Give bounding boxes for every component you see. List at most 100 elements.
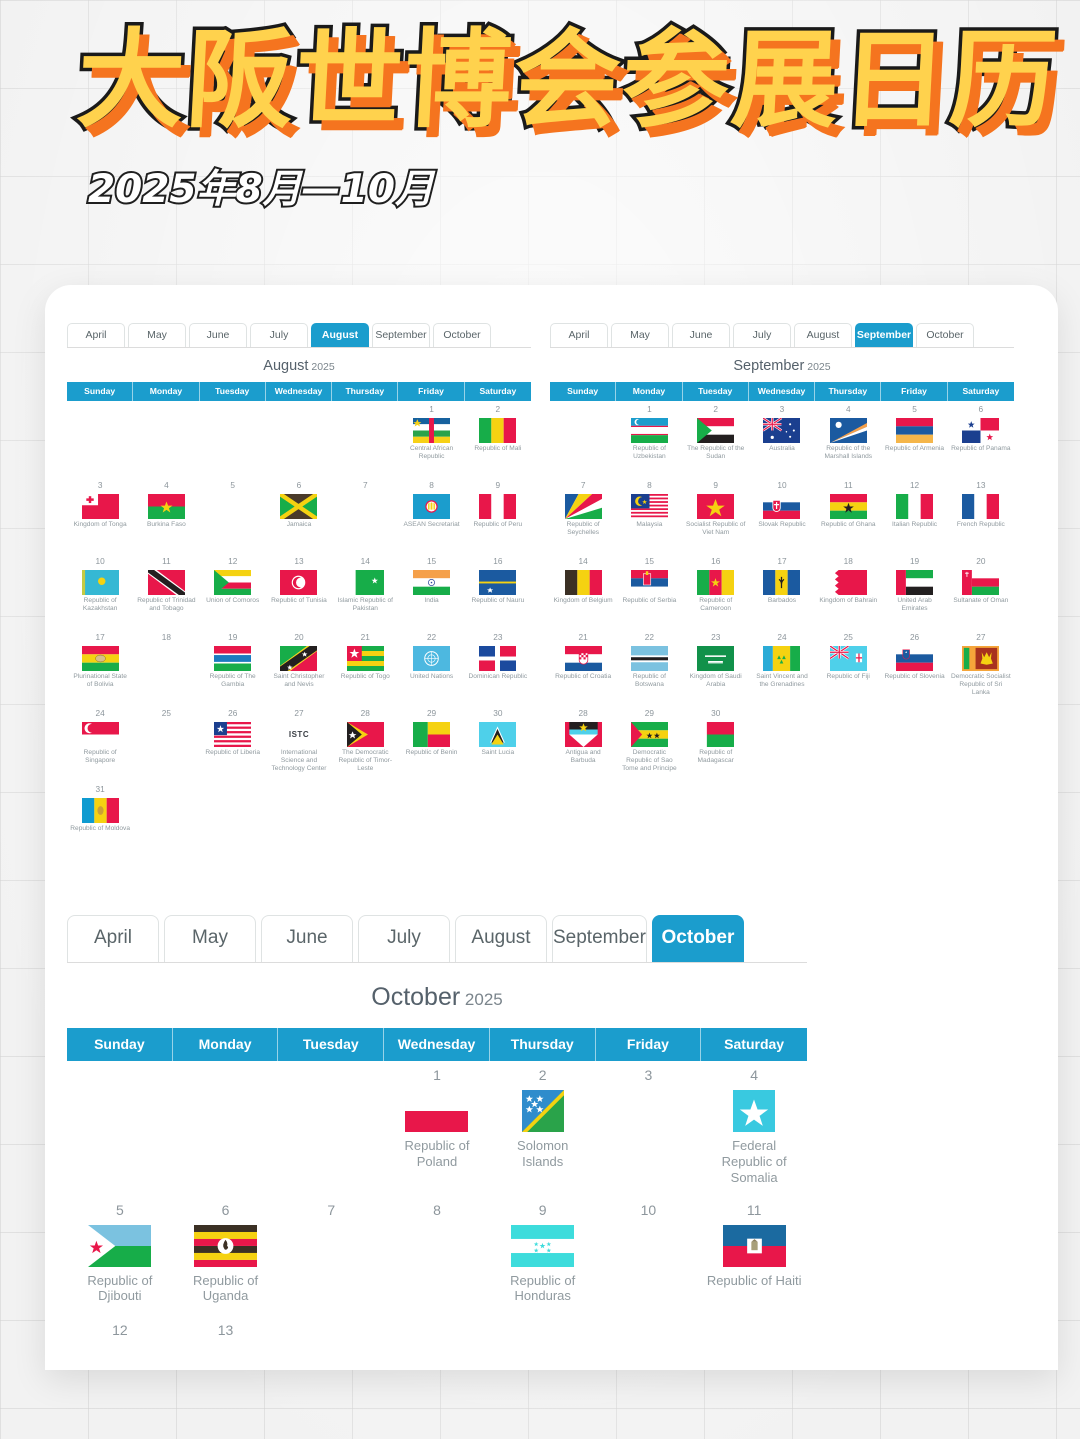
calendar-day-cell[interactable]: 18 Kingdom of Bahrain: [815, 553, 881, 629]
calendar-day-cell[interactable]: 5: [200, 477, 266, 553]
tab-october[interactable]: October: [651, 915, 744, 962]
calendar-day-cell[interactable]: 28 The Democratic Republic of Timor-Leste: [332, 705, 398, 781]
calendar-day-cell[interactable]: 3 Australia: [749, 401, 815, 477]
calendar-day-cell[interactable]: 28 Antigua and Barbuda: [550, 705, 616, 781]
calendar-day-cell[interactable]: 22 United Nations: [398, 629, 464, 705]
calendar-day-cell[interactable]: 11 Republic of Ghana: [815, 477, 881, 553]
tab-june[interactable]: June: [672, 323, 730, 347]
calendar-day-cell[interactable]: 24 Saint Vincent and the Grenadines: [749, 629, 815, 705]
calendar-day-cell[interactable]: 21 Republic of Croatia: [550, 629, 616, 705]
calendar-day-cell[interactable]: 12Bureau International des Expositions: [67, 1316, 173, 1370]
calendar-day-cell[interactable]: 29 Democratic Republic of Sao Tome and Pr…: [616, 705, 682, 781]
calendar-day-cell[interactable]: 30 Republic of Madagascar: [683, 705, 749, 781]
calendar-day-cell[interactable]: 3 Kingdom of Tonga: [67, 477, 133, 553]
calendar-day-cell[interactable]: 17 Barbados: [749, 553, 815, 629]
calendar-day-cell[interactable]: 26 Republic of Slovenia: [881, 629, 947, 705]
calendar-day-cell[interactable]: 14 Kingdom of Belgium: [550, 553, 616, 629]
calendar-day-cell[interactable]: 6 Republic of Uganda: [173, 1196, 279, 1316]
calendar-day-cell[interactable]: 10 Republic of Kazakhstan: [67, 553, 133, 629]
calendar-day-cell[interactable]: 20 Saint Christopher and Nevis: [266, 629, 332, 705]
tab-may[interactable]: May: [164, 915, 256, 962]
calendar-day-cell[interactable]: 2 The Republic of the Sudan: [683, 401, 749, 477]
calendar-day-cell[interactable]: 5 Republic of Djibouti: [67, 1196, 173, 1316]
calendar-day-cell[interactable]: 27 ISTC International Science and Technolo…: [266, 705, 332, 781]
calendar-day-cell[interactable]: 17 Plurinational State of Bolivia: [67, 629, 133, 705]
calendar-day-cell[interactable]: 1 Republic of Uzbekistan: [616, 401, 682, 477]
tab-june[interactable]: June: [189, 323, 247, 347]
calendar-day-cell[interactable]: 25 Republic of Fiji: [815, 629, 881, 705]
tab-july[interactable]: July: [358, 915, 450, 962]
calendar-day-cell[interactable]: 21 Republic of Togo: [332, 629, 398, 705]
calendar-day-cell[interactable]: 9 Republic of Peru: [465, 477, 531, 553]
calendar-day-cell[interactable]: 6 Republic of Panama: [948, 401, 1014, 477]
tab-july[interactable]: July: [250, 323, 308, 347]
calendar-day-cell[interactable]: 8: [384, 1196, 490, 1316]
tab-april[interactable]: April: [67, 915, 159, 962]
calendar-day-cell[interactable]: 8 ASEAN Secretariat: [398, 477, 464, 553]
calendar-day-cell[interactable]: 23 Kingdom of Saudi Arabia: [683, 629, 749, 705]
calendar-day-cell[interactable]: 20 Sultanate of Oman: [948, 553, 1014, 629]
calendar-day-cell[interactable]: 29 Republic of Benin: [398, 705, 464, 781]
calendar-day-cell[interactable]: 27 Democratic Socialist Republic of Sri L…: [948, 629, 1014, 705]
calendar-day-cell[interactable]: 14 Islamic Republic of Pakistan: [332, 553, 398, 629]
calendar-day-cell[interactable]: 9 Republic of Honduras: [490, 1196, 596, 1316]
tab-august[interactable]: August: [794, 323, 852, 347]
tab-september[interactable]: September: [855, 323, 913, 347]
calendar-day-cell[interactable]: 13: [173, 1316, 279, 1370]
calendar-day-cell[interactable]: 7: [332, 477, 398, 553]
flag-icon: [494, 1089, 592, 1133]
calendar-day-cell[interactable]: 19 United Arab Emirates: [881, 553, 947, 629]
tab-may[interactable]: May: [128, 323, 186, 347]
calendar-day-cell[interactable]: 2 Republic of Mali: [465, 401, 531, 477]
calendar-day-cell[interactable]: 11 Republic of Trinidad and Tobago: [133, 553, 199, 629]
calendar-day-cell[interactable]: 26 Republic of Liberia: [200, 705, 266, 781]
calendar-day-cell[interactable]: 16 Republic of Cameroon: [683, 553, 749, 629]
tab-september[interactable]: September: [372, 323, 430, 347]
calendar-day-cell[interactable]: 18: [133, 629, 199, 705]
calendar-day-cell[interactable]: 1 Republic of Poland: [384, 1061, 490, 1196]
calendar-day-cell[interactable]: 19 Republic of The Gambia: [200, 629, 266, 705]
tab-april[interactable]: April: [67, 323, 125, 347]
tab-september[interactable]: September: [552, 915, 647, 962]
tab-august[interactable]: August: [311, 323, 369, 347]
calendar-day-cell[interactable]: 11 Republic of Haiti: [701, 1196, 807, 1316]
calendar-day-cell[interactable]: 7 Republic of Seychelles: [550, 477, 616, 553]
tab-october[interactable]: October: [433, 323, 491, 347]
calendar-day-cell[interactable]: 9 Socialist Republic of Viet Nam: [683, 477, 749, 553]
calendar-day-cell[interactable]: 25: [133, 705, 199, 781]
calendar-empty-cell: [67, 1061, 173, 1196]
tab-october[interactable]: October: [916, 323, 974, 347]
calendar-day-cell[interactable]: 31 Republic of Moldova: [67, 781, 133, 857]
calendar-day-cell[interactable]: 23 Dominican Republic: [465, 629, 531, 705]
tab-june[interactable]: June: [261, 915, 353, 962]
calendar-day-cell[interactable]: 6 Jamaica: [266, 477, 332, 553]
calendar-day-cell[interactable]: 4 Burkina Faso: [133, 477, 199, 553]
calendar-day-cell[interactable]: 10: [596, 1196, 702, 1316]
calendar-day-cell[interactable]: 5 Republic of Armenia: [881, 401, 947, 477]
tab-april[interactable]: April: [550, 323, 608, 347]
calendar-day-cell[interactable]: 13 Republic of Tunisia: [266, 553, 332, 629]
calendar-day-cell[interactable]: 10 Slovak Republic: [749, 477, 815, 553]
calendar-day-cell[interactable]: 4 Republic of the Marshall Islands: [815, 401, 881, 477]
calendar-day-cell[interactable]: 15 Republic of Serbia: [616, 553, 682, 629]
calendar-day-cell[interactable]: 1 Central African Republic: [398, 401, 464, 477]
calendar-day-cell[interactable]: 3: [596, 1061, 702, 1196]
calendar-day-cell[interactable]: 7: [278, 1196, 384, 1316]
calendar-day-cell[interactable]: 8 Malaysia: [616, 477, 682, 553]
tab-august[interactable]: August: [455, 915, 547, 962]
calendar-day-cell[interactable]: 24 Republic of Singapore: [67, 705, 133, 781]
calendar-day-cell[interactable]: 16 Republic of Nauru: [465, 553, 531, 629]
calendar-day-cell[interactable]: 12 Italian Republic: [881, 477, 947, 553]
calendar-day-cell[interactable]: 4 Federal Republic of Somalia: [701, 1061, 807, 1196]
calendar-day-cell[interactable]: 13 French Republic: [948, 477, 1014, 553]
calendar-day-cell[interactable]: 30 Saint Lucia: [465, 705, 531, 781]
calendar-day-cell[interactable]: 15 India: [398, 553, 464, 629]
tab-may[interactable]: May: [611, 323, 669, 347]
calendar-day-cell[interactable]: 12 Union of Comoros: [200, 553, 266, 629]
flag-icon: [817, 569, 879, 595]
calendar-day-cell[interactable]: 2 Solomon Islands: [490, 1061, 596, 1196]
calendar-day-cell[interactable]: 22 Republic of Botswana: [616, 629, 682, 705]
tab-july[interactable]: July: [733, 323, 791, 347]
flag-icon: [552, 645, 614, 671]
country-name: Federal Republic of Somalia: [721, 1138, 787, 1185]
